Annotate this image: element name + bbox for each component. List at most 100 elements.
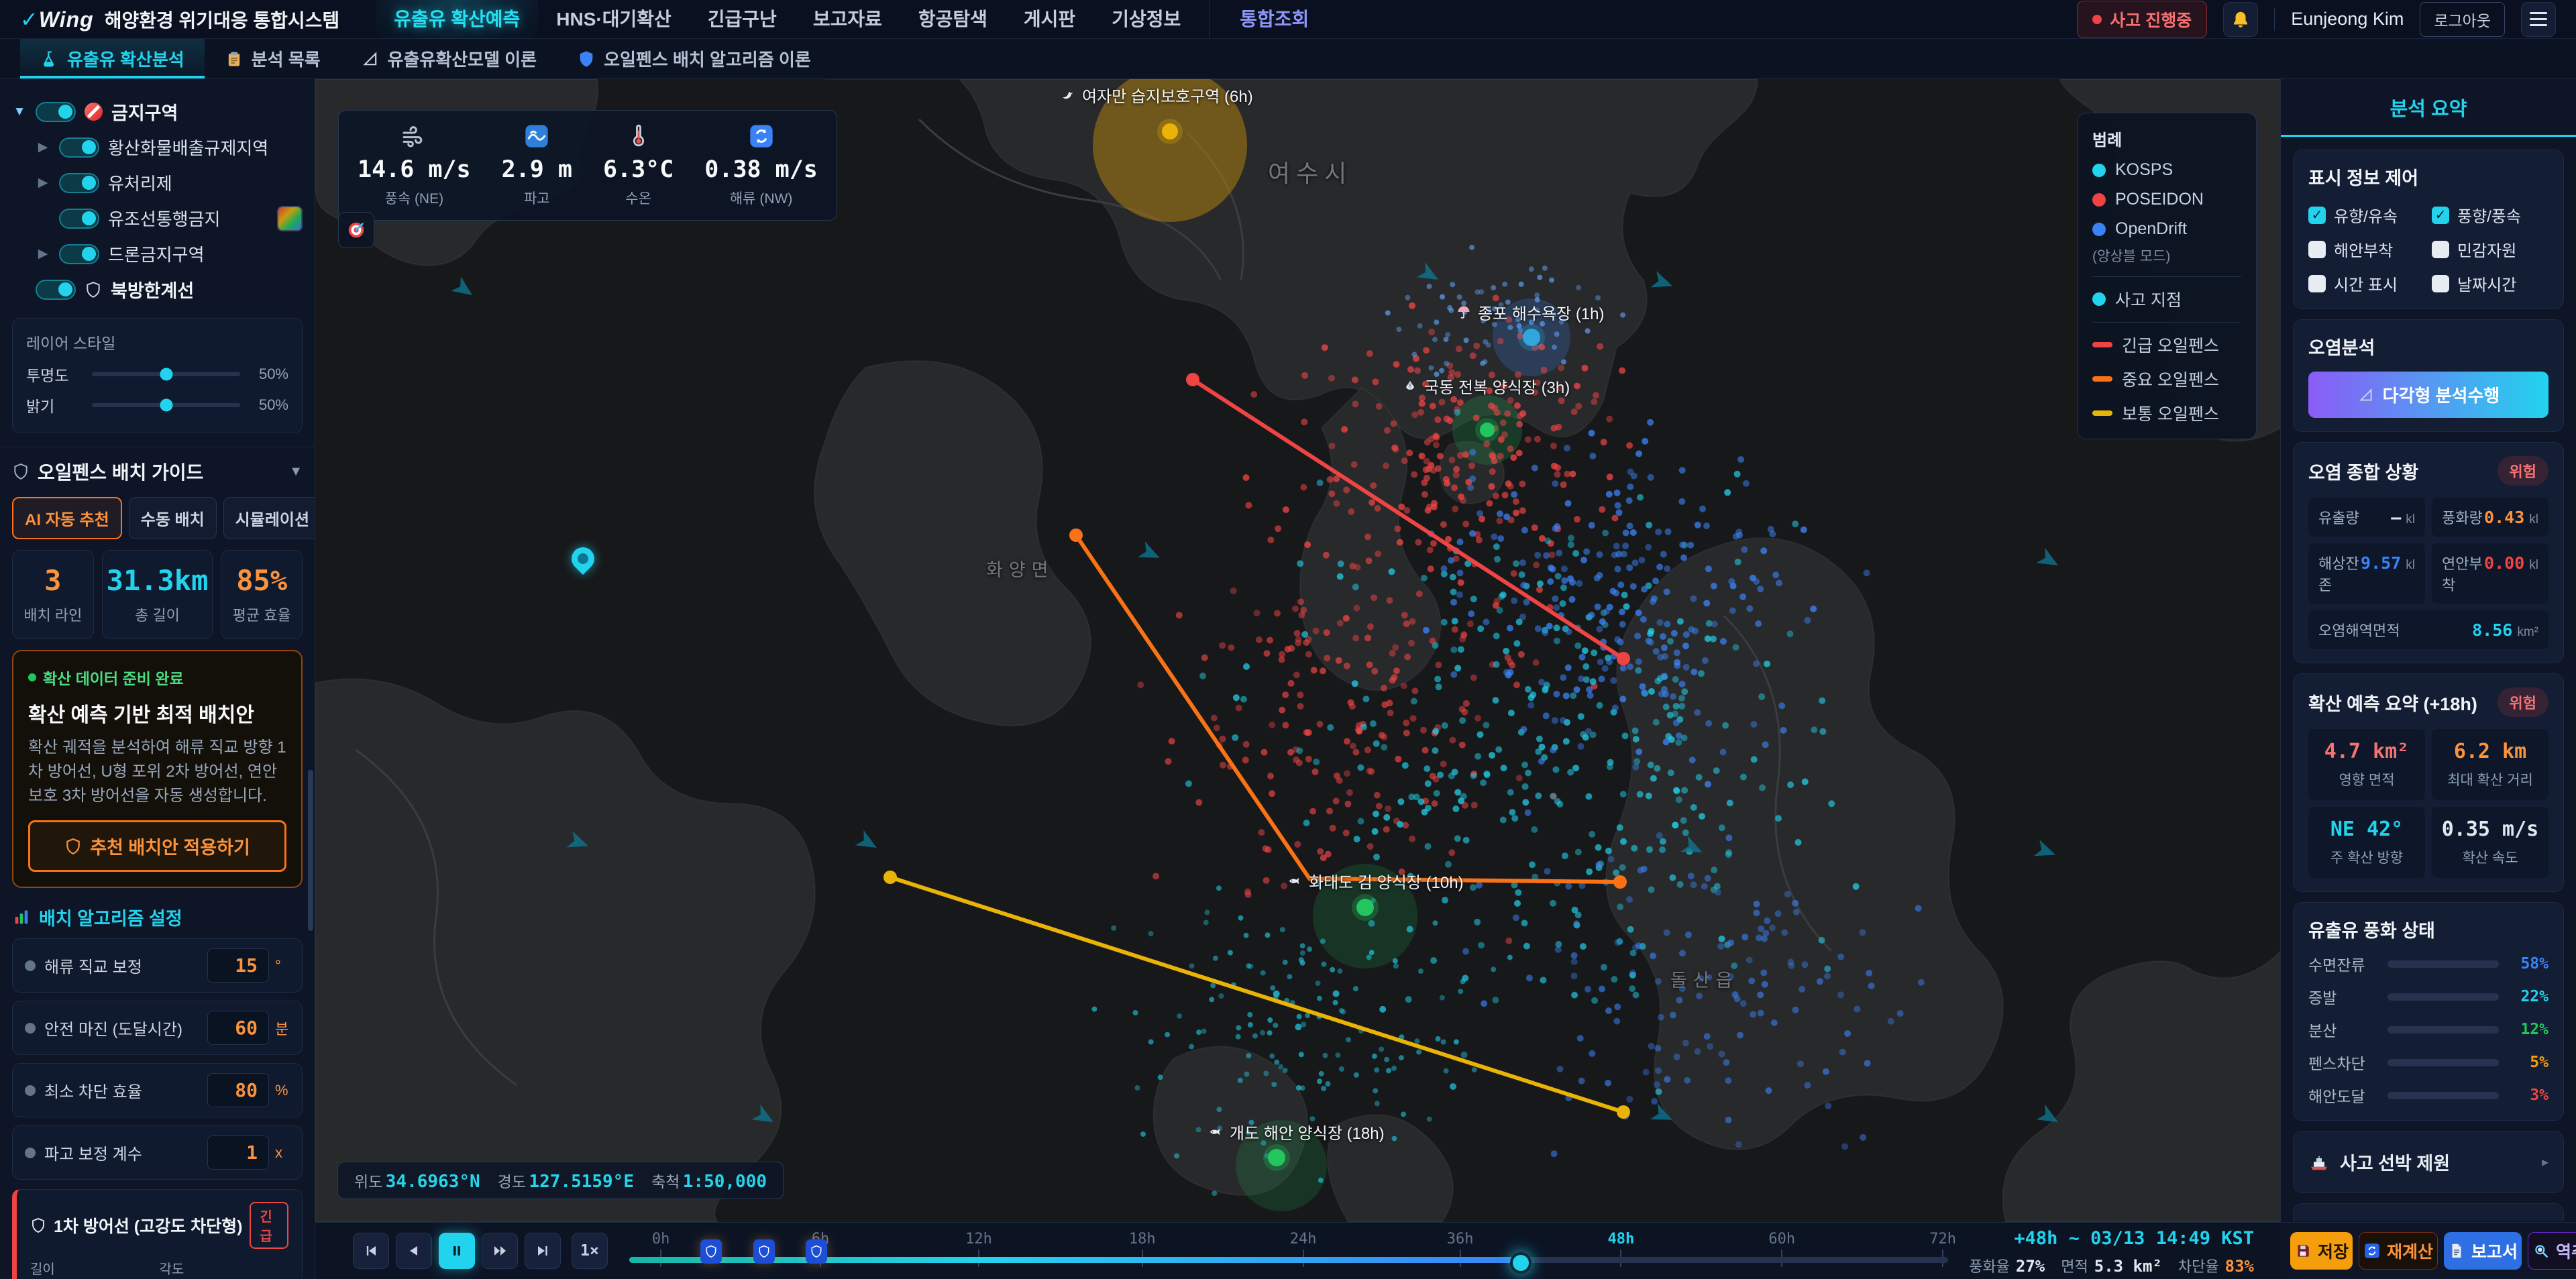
forecast-cell-최대 확산 거리: 6.2 km최대 확산 거리 <box>2432 729 2548 800</box>
sidebar-scrollbar[interactable] <box>308 770 313 931</box>
card-title: 오염분석 <box>2308 333 2548 359</box>
map-canvas[interactable]: 여수시화양면돌산읍무슬목여자만 습지보호구역 (6h)종포 해수욕장 (1h)국… <box>315 79 2281 1222</box>
layer-toggle[interactable] <box>59 244 99 264</box>
역추적-button[interactable]: 역추적 <box>2528 1232 2576 1270</box>
weather-value: 2.9 m <box>502 156 572 183</box>
chevron-down-icon[interactable]: ▼ <box>289 464 303 480</box>
tab-오일펜스 배치 알고리즘 이론[interactable]: 오일펜스 배치 알고리즘 이론 <box>557 39 831 78</box>
timeline-fence-marker-2[interactable] <box>753 1239 775 1264</box>
slider-track[interactable] <box>92 372 240 376</box>
checkbox-풍향/풍속[interactable]: ✓풍향/풍속 <box>2432 203 2548 227</box>
prohibited-icon <box>85 103 103 121</box>
tab-유출유확산모델 이론[interactable]: 유출유확산모델 이론 <box>341 39 557 78</box>
step-back-button[interactable] <box>396 1233 432 1269</box>
checkbox-unchecked-icon[interactable] <box>2308 241 2326 258</box>
guide-tab-수동 배치[interactable]: 수동 배치 <box>129 497 217 539</box>
checkbox-checked-icon[interactable]: ✓ <box>2432 207 2449 224</box>
incident-status-badge[interactable]: 사고 진행중 <box>2077 1 2207 38</box>
checkbox-민감자원[interactable]: 민감자원 <box>2432 237 2548 261</box>
tab-분석 목록[interactable]: 분석 목록 <box>205 39 341 78</box>
보고서-button[interactable]: 보고서 <box>2444 1232 2522 1270</box>
collapsed-card-선주 / 보험[interactable]: 선주 / 보험▸ <box>2293 1203 2564 1221</box>
checkbox-유향/유속[interactable]: ✓유향/유속 <box>2308 203 2425 227</box>
timeline-fence-marker-1[interactable] <box>700 1239 722 1264</box>
logout-button[interactable]: 로그아웃 <box>2420 2 2505 37</box>
checkbox-unchecked-icon[interactable] <box>2308 275 2326 292</box>
재계산-button[interactable]: 재계산 <box>2359 1232 2438 1270</box>
timeline-track-region[interactable]: 0h6h12h18h24h36h48h60h72h <box>629 1223 1948 1279</box>
layer-toggle[interactable] <box>59 137 99 158</box>
oilfence-guide-title: 오일펜스 배치 가이드 <box>38 458 203 485</box>
nav-item-게시판[interactable]: 게시판 <box>1006 0 1093 39</box>
menu-button[interactable] <box>2521 2 2556 37</box>
param-input[interactable]: 60 <box>207 1011 269 1045</box>
checkbox-unchecked-icon[interactable] <box>2432 275 2449 292</box>
chevron-right-icon[interactable]: ▶ <box>36 175 50 190</box>
defense-metric: 각도303° <box>160 1258 289 1279</box>
checkbox-날짜시간[interactable]: 날짜시간 <box>2432 272 2548 295</box>
skip-to-start-button[interactable] <box>353 1233 389 1269</box>
param-input[interactable]: 80 <box>207 1073 269 1107</box>
slider-handle[interactable] <box>160 368 172 381</box>
layer-toggle[interactable] <box>59 209 99 229</box>
incident-locate-button[interactable] <box>338 212 374 248</box>
nav-item-항공탐색[interactable]: 항공탐색 <box>900 0 1006 39</box>
param-dot-icon <box>25 1023 36 1034</box>
bar-value: 5% <box>2507 1054 2548 1071</box>
algorithm-params: 해류 직교 보정15°안전 마진 (도달시간)60분최소 차단 효율80%파고 … <box>12 938 303 1180</box>
polygon-analysis-button[interactable]: 다각형 분석수행 <box>2308 372 2548 418</box>
legend-incident-item: 사고 지점 <box>2092 287 2241 311</box>
guide-tab-시뮬레이션[interactable]: 시뮬레이션 <box>223 497 315 539</box>
shield-icon <box>30 1217 46 1233</box>
layer-toggle[interactable] <box>59 173 99 193</box>
nav-item-긴급구난[interactable]: 긴급구난 <box>690 0 795 39</box>
fast-forward-button[interactable] <box>482 1233 518 1269</box>
checkbox-label: 민감자원 <box>2457 237 2516 261</box>
chevron-down-icon[interactable]: ▼ <box>12 105 27 119</box>
row-value: 0.43 <box>2484 508 2524 527</box>
tab-label: 오일펜스 배치 알고리즘 이론 <box>604 46 811 71</box>
checkbox-checked-icon[interactable]: ✓ <box>2308 207 2326 224</box>
bar-track <box>2387 960 2499 968</box>
chevron-right-icon[interactable]: ▶ <box>36 246 50 262</box>
marker-label: 화태도 김 양식장 (10h) <box>1287 869 1464 893</box>
guide-stat-배치 라인: 3배치 라인 <box>12 550 94 639</box>
nav-item-HNS·대기확산[interactable]: HNS·대기확산 <box>538 0 689 39</box>
apply-recommendation-button[interactable]: 추천 배치안 적용하기 <box>28 820 286 872</box>
layer-style-swatch-button[interactable] <box>277 206 303 231</box>
tab-label: 유출유확산모델 이론 <box>388 46 537 71</box>
layer-toggle[interactable] <box>36 280 76 300</box>
divider <box>2092 276 2241 277</box>
skip-to-end-button[interactable] <box>525 1233 561 1269</box>
metric-label: 길이 <box>30 1258 160 1278</box>
param-input[interactable]: 15 <box>207 948 269 983</box>
tab-유출유 확산분석[interactable]: 유출유 확산분석 <box>20 39 205 78</box>
playback-speed-button[interactable]: 1× <box>572 1233 608 1269</box>
layer-toggle[interactable] <box>36 102 76 122</box>
slider-label: 밝기 <box>26 394 83 416</box>
nav-item-기상정보[interactable]: 기상정보 <box>1093 0 1199 39</box>
param-input[interactable]: 1 <box>207 1135 269 1170</box>
collapsed-card-사고 선박 제원[interactable]: 사고 선박 제원▸ <box>2293 1131 2564 1193</box>
timeline-fence-marker-3[interactable] <box>806 1239 827 1264</box>
slider-handle[interactable] <box>160 399 172 412</box>
checkbox-해안부착[interactable]: 해안부착 <box>2308 237 2425 261</box>
oilfence-guide-header[interactable]: 오일펜스 배치 가이드 ▼ <box>12 458 303 485</box>
checkbox-unchecked-icon[interactable] <box>2432 241 2449 258</box>
guide-tab-AI 자동 추천[interactable]: AI 자동 추천 <box>12 497 122 539</box>
저장-button[interactable]: 저장 <box>2290 1232 2353 1270</box>
timeline-bar: 1× 0h6h12h18h24h36h48h60h72h +48h ~ 03/1… <box>315 1222 2281 1279</box>
chevron-right-icon[interactable]: ▶ <box>36 140 50 155</box>
status-row-연안부착: 연안부착0.00kl <box>2432 543 2548 604</box>
stat-value: 85% <box>225 564 298 597</box>
timeline-tick-36h: 36h <box>1447 1231 1474 1247</box>
nav-item-유출유 확산예측[interactable]: 유출유 확산예측 <box>376 0 538 39</box>
timeline-handle[interactable] <box>1510 1252 1532 1274</box>
nav-item-통합조회[interactable]: 통합조회 <box>1210 0 1327 39</box>
pause-button[interactable] <box>439 1233 475 1269</box>
notifications-button[interactable] <box>2223 2 2258 37</box>
skipend-icon <box>535 1243 551 1259</box>
slider-track[interactable] <box>92 403 240 407</box>
checkbox-시간 표시[interactable]: 시간 표시 <box>2308 272 2425 295</box>
nav-item-보고자료[interactable]: 보고자료 <box>795 0 900 39</box>
